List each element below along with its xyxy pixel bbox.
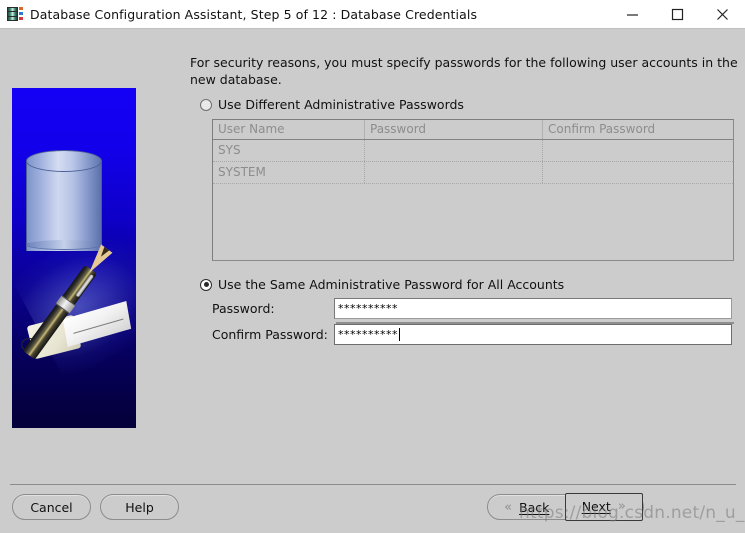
table-row[interactable]: SYSTEM: [213, 162, 733, 184]
confirm-password-label: Confirm Password:: [212, 327, 328, 342]
password-label: Password:: [212, 301, 275, 316]
cancel-button[interactable]: Cancel: [12, 494, 91, 520]
password-value: **********: [338, 302, 398, 315]
radio-use-same-password[interactable]: Use the Same Administrative Password for…: [200, 277, 564, 292]
credentials-table: User Name Password Confirm Password SYS …: [212, 119, 734, 261]
cell-user-name: SYS: [213, 140, 365, 161]
cell-user-name: SYSTEM: [213, 162, 365, 183]
title-bar-separator: [0, 28, 745, 29]
radio-use-different-passwords[interactable]: Use Different Administrative Passwords: [200, 97, 464, 112]
table-header-row: User Name Password Confirm Password: [213, 120, 733, 140]
instruction-text: For security reasons, you must specify p…: [190, 55, 738, 87]
title-bar: Database Configuration Assistant, Step 5…: [0, 0, 745, 28]
chevron-right-icon: »: [617, 499, 626, 514]
column-header-password: Password: [365, 120, 543, 139]
confirm-password-field-row: Confirm Password: **********: [212, 324, 732, 345]
cell-confirm-password[interactable]: [543, 140, 733, 161]
next-button-label: Next: [581, 499, 611, 514]
column-header-confirm-password: Confirm Password: [543, 120, 733, 139]
chevron-left-icon: «: [504, 499, 513, 515]
radio-indicator-same[interactable]: [200, 278, 212, 291]
close-icon[interactable]: [700, 0, 745, 28]
radio-label-same: Use the Same Administrative Password for…: [218, 277, 565, 292]
back-button[interactable]: « Back: [488, 494, 566, 520]
confirm-password-value: **********: [338, 328, 398, 341]
radio-indicator-different[interactable]: [200, 98, 212, 111]
back-button-label: Back: [519, 499, 550, 515]
maximize-icon[interactable]: [655, 0, 700, 28]
cell-password[interactable]: [365, 162, 543, 183]
password-input[interactable]: **********: [334, 298, 732, 319]
confirm-password-input[interactable]: **********: [334, 324, 732, 345]
database-cylinder-graphic: [26, 150, 102, 260]
next-button[interactable]: Next »: [564, 492, 643, 521]
navigation-button-group: « Back Next »: [487, 492, 644, 521]
text-caret: [399, 328, 400, 341]
database-app-icon: [6, 5, 24, 23]
help-button[interactable]: Help: [100, 494, 179, 520]
sidebar-banner-image: [12, 88, 136, 428]
window-title: Database Configuration Assistant, Step 5…: [30, 6, 478, 22]
password-field-row: Password: **********: [212, 298, 732, 319]
cell-confirm-password[interactable]: [543, 162, 733, 183]
cell-password[interactable]: [365, 140, 543, 161]
minimize-icon[interactable]: [610, 0, 655, 28]
footer-separator: [10, 484, 736, 485]
column-header-user-name: User Name: [213, 120, 365, 139]
window-controls: [610, 0, 745, 28]
table-row[interactable]: SYS: [213, 140, 733, 162]
radio-label-different: Use Different Administrative Passwords: [218, 97, 464, 112]
